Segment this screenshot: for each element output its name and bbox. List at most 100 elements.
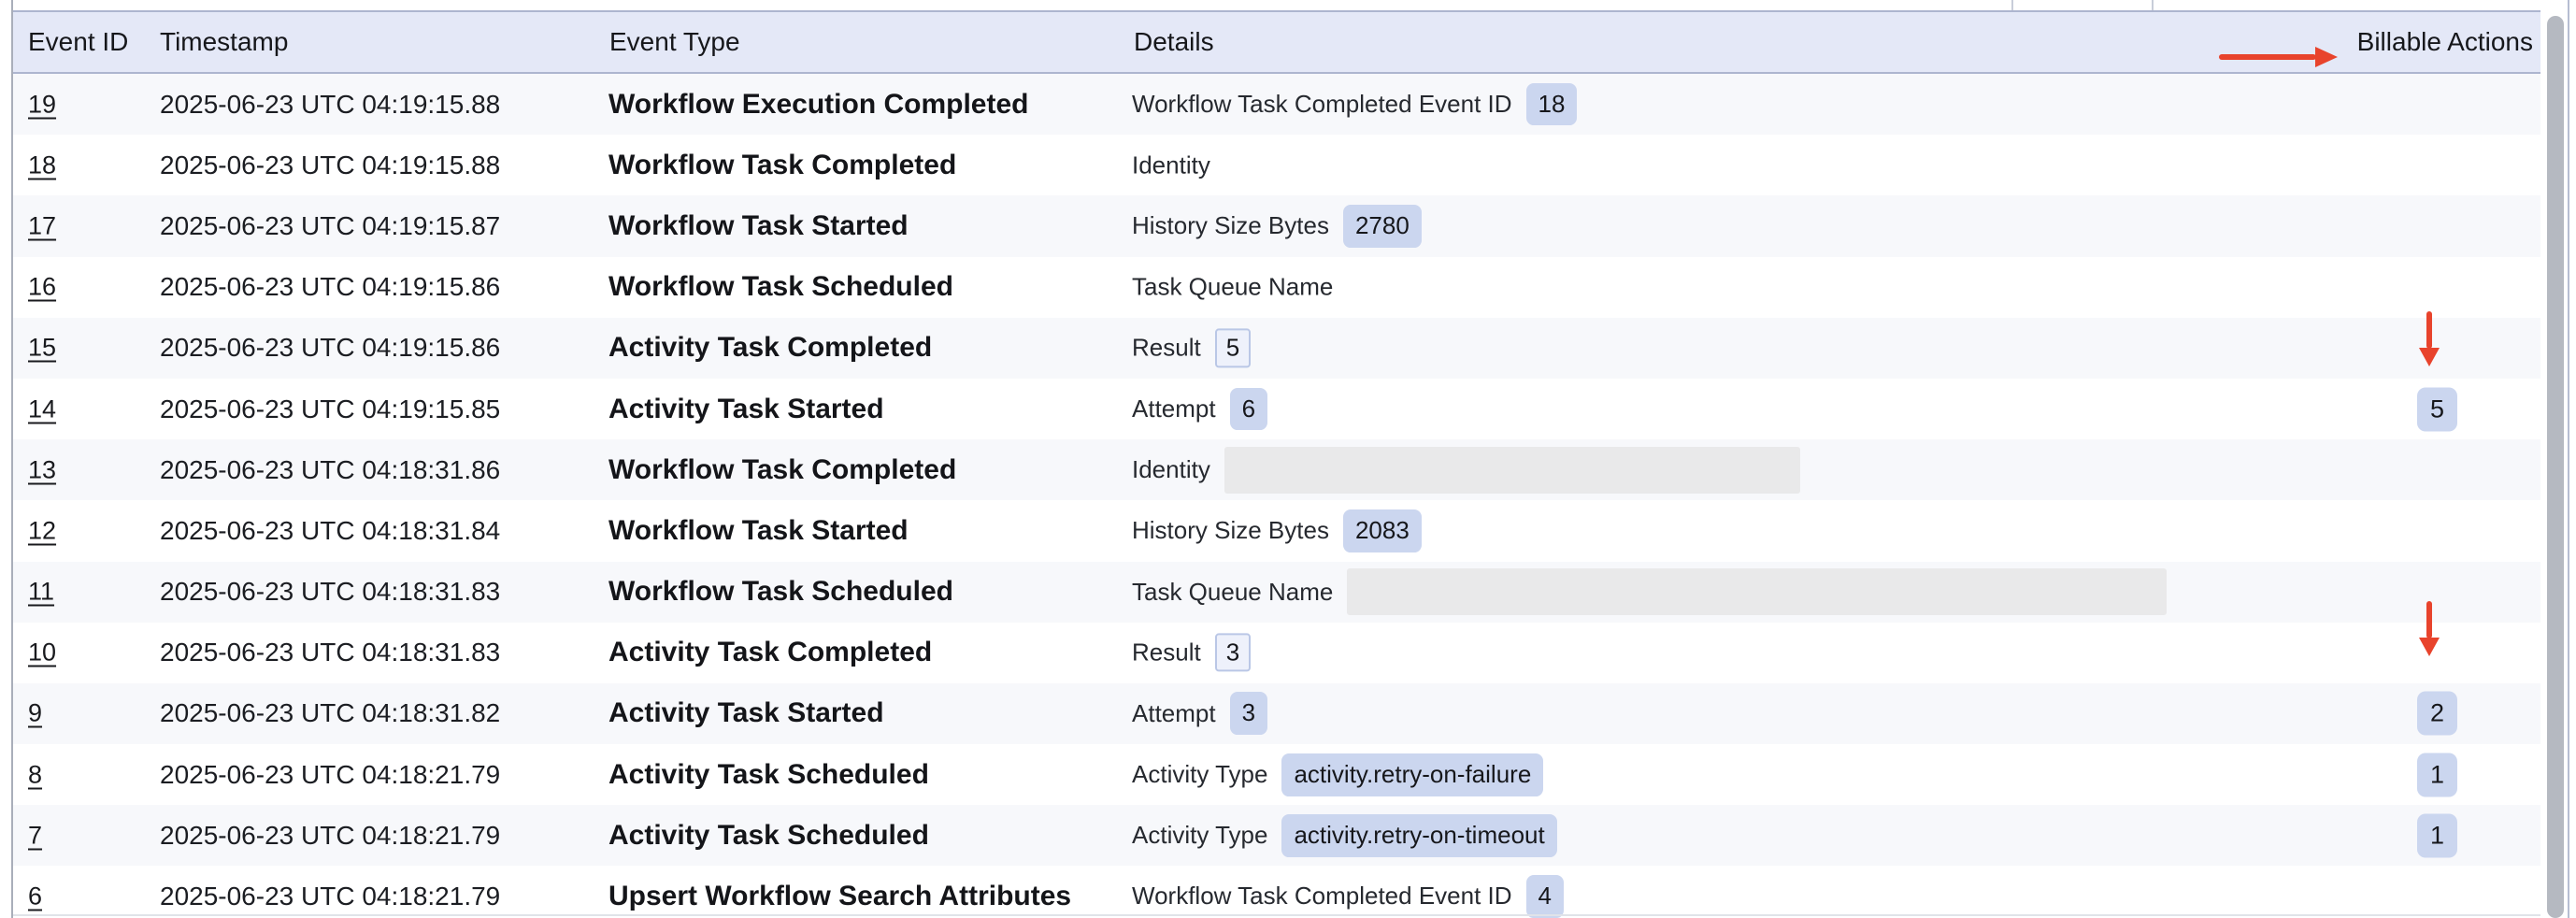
event-id-link[interactable]: 17 <box>28 211 56 240</box>
vertical-scrollbar-thumb[interactable] <box>2547 16 2564 918</box>
table-row-event-12[interactable]: 12 2025-06-23 UTC 04:18:31.84 Workflow Tas… <box>13 500 2540 561</box>
table-body: 192025-06-23 UTC 04:19:15.88Workflow Exe… <box>13 74 2540 918</box>
table-row-event-8[interactable]: 8 2025-06-23 UTC 04:18:21.79 Activity Task… <box>13 744 2540 805</box>
detail-label: Activity Type <box>1132 760 1267 789</box>
detail-cell: Task Queue Name <box>1132 273 2354 302</box>
event-history-table: Event ID Timestamp Event Type Details Bi… <box>13 10 2540 918</box>
event-id-link[interactable]: 19 <box>28 90 56 119</box>
event-id-link[interactable]: 6 <box>28 882 42 911</box>
event-id-link[interactable]: 11 <box>28 578 54 607</box>
detail-label: Identity <box>1132 455 1210 484</box>
timestamp-cell: 2025-06-23 UTC 04:18:31.83 <box>160 577 500 607</box>
detail-cell: Identity <box>1132 447 2354 494</box>
detail-value-badge: 2083 <box>1343 509 1422 552</box>
column-header-billable-actions: Billable Actions <box>2357 27 2533 57</box>
event-id-link[interactable]: 18 <box>28 151 56 179</box>
table-row-event-18[interactable]: 18 2025-06-23 UTC 04:19:15.88 Workflow Tas… <box>13 135 2540 195</box>
timestamp-cell: 2025-06-23 UTC 04:19:15.86 <box>160 333 500 363</box>
timestamp-cell: 2025-06-23 UTC 04:18:31.83 <box>160 638 500 667</box>
billable-actions-cell: 1 <box>2417 813 2457 857</box>
event-type-cell: Workflow Task Completed <box>608 150 956 181</box>
event-type-cell: Activity Task Started <box>608 394 884 425</box>
event-id-link[interactable]: 15 <box>28 334 56 363</box>
table-row-event-13[interactable]: 132025-06-23 UTC 04:18:31.86Workflow Tas… <box>13 439 2540 500</box>
event-id-link[interactable]: 10 <box>28 638 56 667</box>
event-type-cell: Workflow Task Started <box>608 515 909 547</box>
detail-label: History Size Bytes <box>1132 516 1329 545</box>
detail-cell: Activity Type activity.retry-on-timeout <box>1132 814 2354 857</box>
table-row-event-11[interactable]: 11 2025-06-23 UTC 04:18:31.83 Workflow Tas… <box>13 562 2540 623</box>
event-id-link[interactable]: 8 <box>28 760 42 789</box>
billable-actions-badge: 2 <box>2417 692 2457 736</box>
detail-value-badge: activity.retry-on-timeout <box>1281 814 1556 857</box>
redacted-value-box <box>1224 447 1800 494</box>
event-type-cell: Workflow Task Scheduled <box>608 576 953 608</box>
table-row-event-6[interactable]: 6 2025-06-23 UTC 04:18:21.79 Upsert Workfl… <box>13 866 2540 918</box>
cropped-control-edge <box>2011 0 2013 10</box>
timestamp-cell: 2025-06-23 UTC 04:18:21.79 <box>160 760 500 790</box>
column-header-event-id: Event ID <box>28 27 128 57</box>
annotation-arrow-right-icon <box>2219 43 2338 71</box>
redacted-value-box <box>1347 568 2167 615</box>
detail-label: Workflow Task Completed Event ID <box>1132 882 1512 911</box>
timestamp-cell: 2025-06-23 UTC 04:18:31.86 <box>160 455 500 485</box>
timestamp-cell: 2025-06-23 UTC 04:19:15.87 <box>160 211 500 241</box>
event-type-cell: Activity Task Completed <box>608 332 932 364</box>
timestamp-cell: 2025-06-23 UTC 04:19:15.86 <box>160 272 500 302</box>
timestamp-cell: 2025-06-23 UTC 04:18:31.84 <box>160 516 500 546</box>
detail-value-badge: 4 <box>1526 875 1564 918</box>
table-row-event-10[interactable]: 102025-06-23 UTC 04:18:31.83Activity Tas… <box>13 623 2540 683</box>
detail-label: Workflow Task Completed Event ID <box>1132 90 1512 119</box>
detail-cell: Attempt6 <box>1132 388 2354 431</box>
detail-cell: Result3 <box>1132 634 2354 672</box>
billable-actions-cell: 2 <box>2417 692 2457 736</box>
detail-value-badge: activity.retry-on-failure <box>1281 753 1543 796</box>
detail-label: Task Queue Name <box>1132 578 1333 607</box>
cropped-control-edge <box>2152 0 2154 10</box>
column-header-details: Details <box>1134 27 1214 57</box>
timestamp-cell: 2025-06-23 UTC 04:19:15.88 <box>160 90 500 120</box>
billable-actions-badge: 1 <box>2417 753 2457 796</box>
table-row-event-17[interactable]: 172025-06-23 UTC 04:19:15.87Workflow Tas… <box>13 195 2540 256</box>
event-id-link[interactable]: 13 <box>28 455 56 484</box>
timestamp-cell: 2025-06-23 UTC 04:19:15.85 <box>160 394 500 424</box>
event-id-link[interactable]: 14 <box>28 394 56 423</box>
detail-cell: History Size Bytes2780 <box>1132 205 2354 248</box>
event-type-cell: Activity Task Scheduled <box>608 759 929 791</box>
column-header-event-type: Event Type <box>609 27 740 57</box>
billable-actions-cell: 1 <box>2417 753 2457 796</box>
event-id-link[interactable]: 16 <box>28 273 56 302</box>
detail-label: History Size Bytes <box>1132 211 1329 240</box>
detail-value-badge: 3 <box>1230 693 1267 736</box>
table-row-event-16[interactable]: 16 2025-06-23 UTC 04:19:15.86 Workflow Tas… <box>13 257 2540 318</box>
detail-label: Task Queue Name <box>1132 273 1333 302</box>
detail-label: Activity Type <box>1132 821 1267 850</box>
event-type-cell: Activity Task Scheduled <box>608 820 929 852</box>
event-type-cell: Activity Task Started <box>608 697 884 729</box>
detail-value-badge: 6 <box>1230 388 1267 431</box>
detail-value-badge: 5 <box>1215 329 1251 367</box>
event-id-link[interactable]: 7 <box>28 821 42 850</box>
billable-actions-badge: 5 <box>2417 387 2457 431</box>
timestamp-cell: 2025-06-23 UTC 04:18:21.79 <box>160 882 500 911</box>
table-row-event-9[interactable]: 92025-06-23 UTC 04:18:31.82Activity Task… <box>13 683 2540 744</box>
detail-cell: Attempt 3 <box>1132 693 2354 736</box>
detail-cell: Identity <box>1132 151 2354 179</box>
table-row-event-7[interactable]: 72025-06-23 UTC 04:18:21.79Activity Task… <box>13 805 2540 866</box>
event-id-link[interactable]: 9 <box>28 699 42 728</box>
table-row-event-14[interactable]: 14 2025-06-23 UTC 04:19:15.85 Activity Tas… <box>13 379 2540 439</box>
timestamp-cell: 2025-06-23 UTC 04:19:15.88 <box>160 151 500 180</box>
event-type-cell: Workflow Task Scheduled <box>608 271 953 303</box>
event-type-cell: Upsert Workflow Search Attributes <box>608 881 1071 912</box>
detail-cell: Workflow Task Completed Event ID 18 <box>1132 83 2354 126</box>
event-id-link[interactable]: 12 <box>28 516 56 545</box>
table-row-event-15[interactable]: 15 2025-06-23 UTC 04:19:15.86 Activity Tas… <box>13 318 2540 379</box>
table-bottom-edge <box>13 914 2540 916</box>
detail-value-badge: 18 <box>1526 83 1578 126</box>
detail-label: Identity <box>1132 151 1210 179</box>
panel-right-border <box>2568 0 2569 918</box>
detail-cell: Task Queue Name <box>1132 568 2354 615</box>
annotation-arrow-down-icon <box>2418 601 2440 656</box>
detail-label: Attempt <box>1132 699 1216 728</box>
table-row-event-19[interactable]: 192025-06-23 UTC 04:19:15.88Workflow Exe… <box>13 74 2540 135</box>
